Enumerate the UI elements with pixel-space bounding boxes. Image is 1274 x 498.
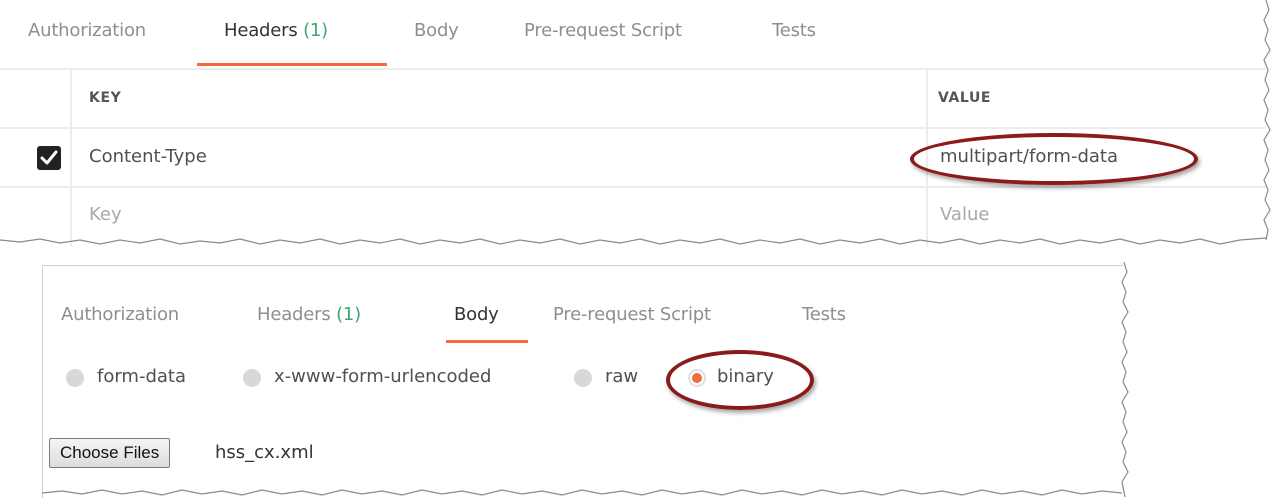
torn-edge-decoration: [1121, 262, 1129, 497]
column-header-value: VALUE: [938, 90, 992, 106]
table-border: [0, 68, 1266, 70]
choose-files-button[interactable]: Choose Files: [49, 438, 171, 468]
tab-headers-label: Headers: [257, 304, 331, 325]
tab-authorization[interactable]: Authorization: [28, 20, 146, 41]
torn-edge-decoration: [42, 489, 1122, 496]
annotation-ellipse: [910, 133, 1198, 185]
tab-headers-count: (1): [303, 20, 328, 41]
tab-tests[interactable]: Tests: [802, 304, 846, 325]
torn-edge-decoration: [1263, 0, 1271, 241]
tab-body[interactable]: Body: [414, 20, 459, 41]
tab-headers[interactable]: Headers (1): [224, 20, 328, 41]
body-panel: Authorization Headers (1) Body Pre-reque…: [42, 265, 1123, 498]
radio-x-www-form-urlencoded-label[interactable]: x-www-form-urlencoded: [274, 366, 491, 387]
table-border: [0, 127, 1266, 129]
active-tab-indicator: [197, 63, 387, 66]
radio-raw[interactable]: [574, 369, 592, 387]
tab-pre-request-script[interactable]: Pre-request Script: [524, 20, 682, 41]
table-border: [0, 186, 1266, 188]
tab-pre-request-script[interactable]: Pre-request Script: [553, 304, 711, 325]
body-mode-radio-group: form-data x-www-form-urlencoded raw bina…: [63, 366, 963, 396]
header-enabled-checkbox[interactable]: [37, 146, 61, 170]
tab-headers-label: Headers: [224, 20, 298, 41]
active-tab-indicator: [446, 340, 528, 343]
tab-body[interactable]: Body: [454, 304, 499, 325]
request-tabs: Authorization Headers (1) Body Pre-reque…: [0, 0, 1266, 68]
radio-raw-label[interactable]: raw: [605, 366, 638, 387]
new-header-key-input[interactable]: Key: [89, 204, 122, 225]
headers-panel: Authorization Headers (1) Body Pre-reque…: [0, 0, 1266, 246]
tab-headers-count: (1): [336, 304, 361, 325]
tab-headers[interactable]: Headers (1): [257, 304, 361, 325]
header-key-cell[interactable]: Content-Type: [89, 146, 207, 167]
radio-form-data-label[interactable]: form-data: [97, 366, 186, 387]
selected-file-name: hss_cx.xml: [215, 442, 314, 463]
torn-edge-decoration: [0, 237, 1267, 245]
annotation-ellipse: [666, 350, 814, 410]
column-header-key: KEY: [89, 90, 122, 106]
checkmark-icon: [40, 150, 58, 165]
tab-authorization[interactable]: Authorization: [61, 304, 179, 325]
radio-form-data[interactable]: [66, 369, 84, 387]
new-header-value-input[interactable]: Value: [940, 204, 989, 225]
table-border: [70, 68, 72, 246]
radio-x-www-form-urlencoded[interactable]: [243, 369, 261, 387]
tab-tests[interactable]: Tests: [772, 20, 816, 41]
